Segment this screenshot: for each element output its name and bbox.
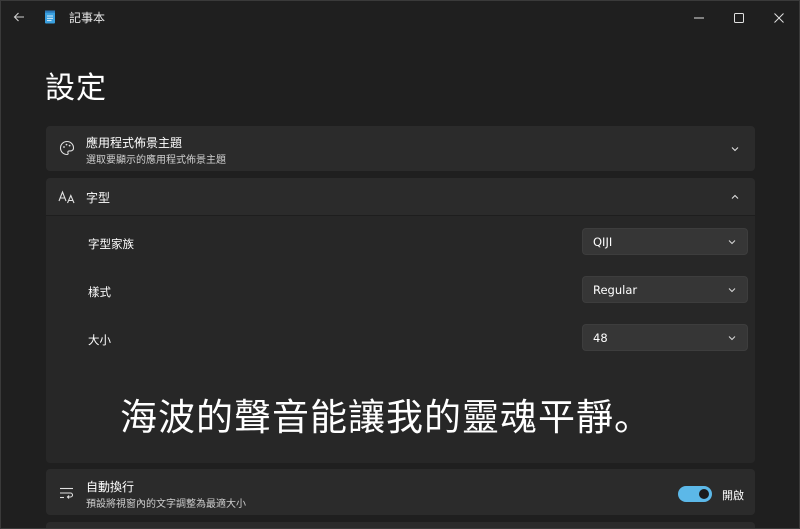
word-wrap-title: 自動換行	[86, 480, 135, 494]
chevron-down-icon	[727, 333, 737, 343]
font-setting-header[interactable]: 字型	[46, 178, 755, 215]
palette-icon	[58, 139, 76, 157]
font-style-label: 樣式	[88, 285, 111, 299]
minimize-button[interactable]	[679, 1, 719, 33]
page-title: 設定	[45, 71, 107, 106]
maximize-icon	[734, 8, 744, 27]
font-size-label: 大小	[88, 333, 111, 347]
back-button[interactable]	[3, 1, 35, 33]
window-title: 記事本	[69, 10, 106, 25]
minimize-icon	[694, 8, 704, 27]
font-setting-body: 字型家族 QIJI 樣式 Regular 大小 48 海波的聲音能讓我的靈魂平靜…	[46, 215, 755, 463]
font-icon	[58, 188, 76, 206]
notepad-icon	[43, 10, 57, 24]
font-style-dropdown[interactable]: Regular	[582, 276, 748, 303]
word-wrap-toggle[interactable]	[678, 486, 712, 502]
word-wrap-icon	[58, 484, 76, 502]
word-wrap-subtitle: 預設將視窗內的文字調整為最適大小	[86, 499, 246, 510]
notepad-settings-window: 記事本 設定 應用程式佈景主題 選取要顯示的應用程式佈景主題 字型 字型家族 Q…	[0, 0, 800, 529]
theme-title: 應用程式佈景主題	[86, 136, 183, 150]
next-setting-card	[46, 522, 755, 528]
font-size-dropdown[interactable]: 48	[582, 324, 748, 351]
font-title: 字型	[86, 191, 111, 205]
title-bar: 記事本	[1, 1, 799, 33]
close-button[interactable]	[759, 1, 799, 33]
font-family-dropdown[interactable]: QIJI	[582, 228, 748, 255]
font-preview-text: 海波的聲音能讓我的靈魂平靜。	[120, 396, 652, 439]
font-family-value: QIJI	[593, 235, 613, 249]
back-arrow-icon	[13, 8, 25, 27]
chevron-up-icon[interactable]	[729, 191, 741, 203]
window-controls	[679, 1, 799, 33]
word-wrap-setting: 自動換行 預設將視窗內的文字調整為最適大小 開啟	[46, 469, 755, 515]
font-family-label: 字型家族	[88, 237, 134, 251]
maximize-button[interactable]	[719, 1, 759, 33]
chevron-down-icon	[727, 285, 737, 295]
app-theme-setting[interactable]: 應用程式佈景主題 選取要顯示的應用程式佈景主題	[46, 126, 755, 171]
close-icon	[774, 8, 784, 27]
toggle-knob	[699, 489, 709, 499]
font-style-value: Regular	[593, 283, 638, 297]
font-size-value: 48	[593, 331, 608, 345]
chevron-down-icon[interactable]	[729, 143, 741, 155]
theme-subtitle: 選取要顯示的應用程式佈景主題	[86, 155, 226, 166]
chevron-down-icon	[727, 237, 737, 247]
word-wrap-toggle-label: 開啟	[722, 489, 744, 502]
